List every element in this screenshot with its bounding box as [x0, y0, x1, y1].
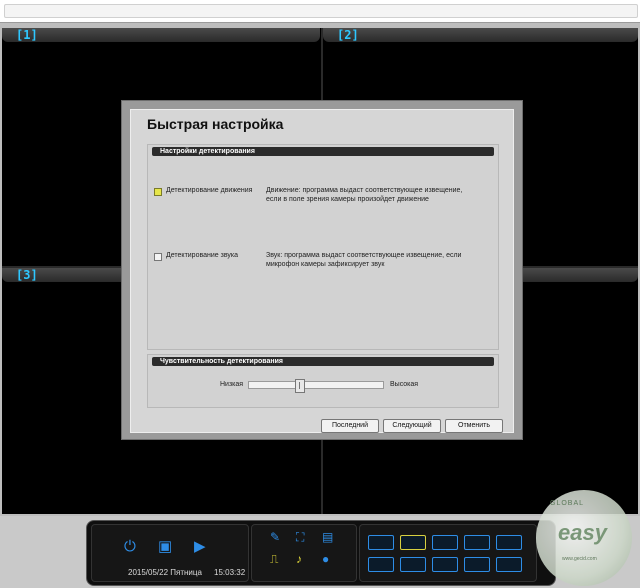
sensitivity-group: Чувствительность детектирования Низкая В… [147, 354, 499, 408]
layout-8-button[interactable] [464, 535, 490, 550]
slider-thumb[interactable] [295, 379, 305, 393]
layout-6-button[interactable] [432, 535, 458, 550]
top-bar [0, 0, 640, 23]
detection-settings-group: Настройки детектирования Детектирование … [147, 144, 499, 350]
layout-13-button[interactable] [400, 557, 426, 572]
next-button[interactable]: Следующий [383, 419, 441, 433]
sensitivity-high-label: Высокая [390, 381, 419, 388]
motion-detection-description: Движение: программа выдаст соответствующ… [266, 187, 463, 203]
layout-9-button[interactable] [496, 535, 522, 550]
playback-section: ⏻ ▣ ▶ 2015/05/22 Пятница 15:03:32 [91, 524, 249, 582]
layout-25-button[interactable] [496, 557, 522, 572]
fullscreen-icon[interactable]: ⛶ [296, 529, 304, 545]
play-icon[interactable]: ▶ [194, 539, 206, 555]
power-icon[interactable]: ⏻ [124, 539, 136, 555]
section-title: Чувствительность детектирования [160, 358, 283, 365]
pane-header: [1] [2, 28, 320, 42]
play-square-icon[interactable]: ▣ [158, 539, 172, 555]
dialog-body: Быстрая настройка Настройки детектирован… [130, 109, 514, 433]
watermark-arc-text: GLOBAL [550, 500, 585, 507]
sound-detection-checkbox[interactable] [154, 253, 162, 261]
time-display: 15:03:32 [214, 568, 246, 577]
cancel-button[interactable]: Отменить [445, 419, 503, 433]
layout-section [359, 524, 537, 582]
quick-setup-dialog: Быстрая настройка Настройки детектирован… [121, 100, 523, 440]
pane-number: [2] [337, 28, 359, 42]
layout-20-button[interactable] [464, 557, 490, 572]
sensitivity-slider[interactable] [248, 379, 384, 393]
layout-16-button[interactable] [432, 557, 458, 572]
top-bar-field [4, 4, 638, 18]
pane-number: [1] [16, 28, 38, 42]
watermark-text: easy [558, 520, 607, 545]
motion-detection-checkbox[interactable] [154, 188, 162, 196]
section-title: Настройки детектирования [160, 148, 255, 155]
date-display: 2015/05/22 Пятница [128, 568, 202, 577]
tools-section: ✎ ⛶ ▤ ⎍ ♪ ● [251, 524, 357, 582]
pane-header: [2] [323, 28, 638, 42]
wrench-icon[interactable]: ✎ [270, 529, 280, 545]
sound-detection-description: Звук: программа выдаст соответствующее и… [266, 252, 462, 268]
layout-1-button[interactable] [368, 535, 394, 550]
pane-number: [3] [16, 268, 38, 282]
save-icon[interactable]: ▤ [322, 529, 333, 545]
layout-4-button[interactable] [400, 535, 426, 550]
gecid-watermark-logo: GLOBAL easy www.gecid.com [536, 490, 632, 586]
dialog-title: Быстрая настройка [147, 116, 284, 132]
last-button[interactable]: Последний [321, 419, 379, 433]
speaker-icon[interactable]: ♪ [296, 551, 302, 567]
sensitivity-low-label: Низкая [220, 381, 244, 388]
signal-icon[interactable]: ⎍ [270, 551, 278, 567]
watermark-url: www.gecid.com [562, 556, 597, 562]
sound-detection-label: Детектирование звука [166, 252, 238, 259]
control-toolbar: ⏻ ▣ ▶ 2015/05/22 Пятница 15:03:32 ✎ ⛶ ▤ … [86, 520, 556, 586]
layout-10-button[interactable] [368, 557, 394, 572]
chat-icon[interactable]: ● [322, 551, 329, 567]
section-header: Чувствительность детектирования [152, 357, 494, 366]
motion-detection-label: Детектирование движения [166, 187, 253, 194]
section-header: Настройки детектирования [152, 147, 494, 156]
